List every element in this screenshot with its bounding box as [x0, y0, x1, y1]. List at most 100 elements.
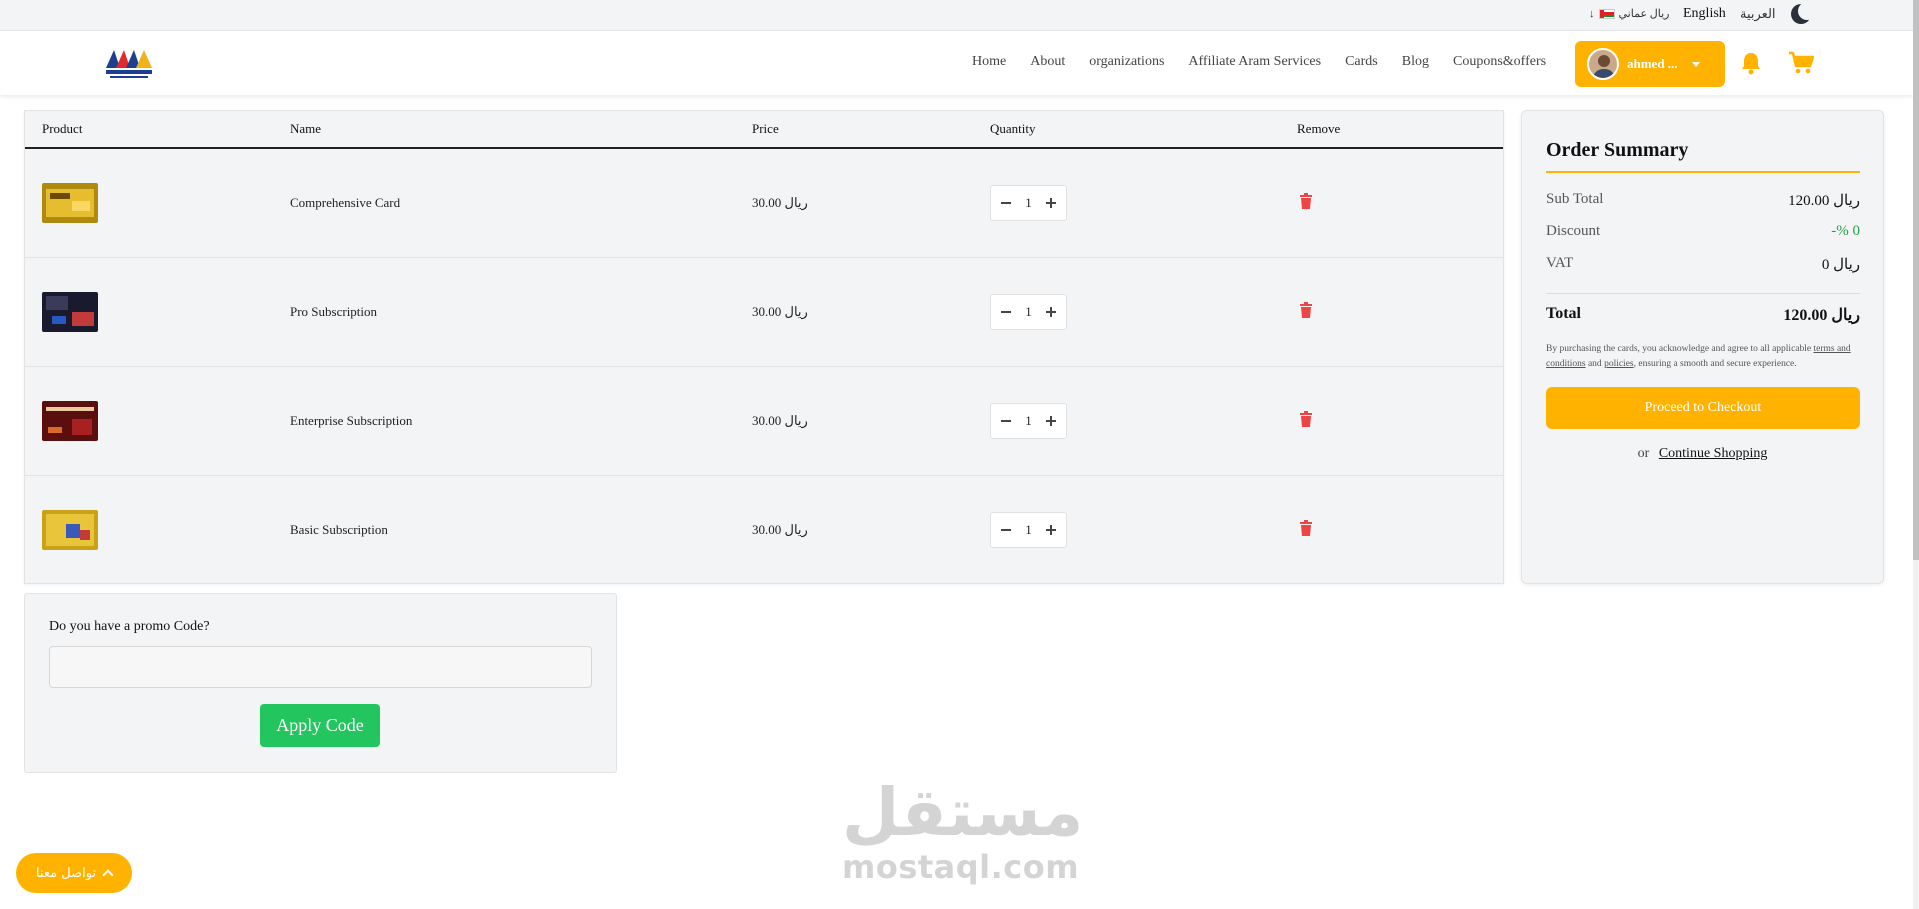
quantity-stepper: 1: [990, 512, 1067, 548]
plus-icon[interactable]: [1044, 523, 1058, 537]
trash-icon[interactable]: [1299, 302, 1313, 318]
proceed-to-checkout-button[interactable]: Proceed to Checkout: [1546, 387, 1860, 429]
product-price: 30.00 ريال: [752, 304, 808, 319]
header-price: Price: [752, 121, 779, 136]
oman-flag-icon: [1598, 8, 1615, 19]
trash-icon[interactable]: [1299, 411, 1313, 427]
continue-shopping-row: or Continue Shopping: [1522, 446, 1883, 462]
plus-icon[interactable]: [1044, 414, 1058, 428]
quantity-stepper: 1: [990, 403, 1067, 439]
product-name: Enterprise Subscription: [290, 413, 413, 428]
product-price: 30.00 ريال: [752, 522, 808, 537]
top-utility-bar: ↓ ريال عماني English العربية: [0, 0, 1919, 31]
watermark-arabic: مستقل: [842, 774, 1084, 851]
product-price: 30.00 ريال: [752, 413, 808, 428]
vat-row: VAT 0 ريال: [1546, 255, 1860, 274]
terms-and: and: [1587, 359, 1602, 369]
user-menu-button[interactable]: ahmed ...: [1575, 41, 1725, 87]
header-name: Name: [290, 121, 322, 136]
discount-label: Discount: [1546, 223, 1601, 239]
minus-icon[interactable]: [999, 305, 1013, 319]
trash-icon[interactable]: [1299, 193, 1313, 209]
language-english[interactable]: English: [1683, 6, 1726, 22]
header-product: Product: [42, 121, 83, 136]
terms-prefix: By purchasing the cards, you acknowledge…: [1546, 344, 1812, 354]
summary-title: Order Summary: [1546, 139, 1689, 161]
total-row: Total 120.00 ريال: [1546, 305, 1860, 325]
apply-code-button[interactable]: Apply Code: [260, 704, 380, 747]
product-thumbnail: [42, 510, 98, 550]
product-price: 30.00 ريال: [752, 195, 808, 210]
header-quantity: Quantity: [990, 121, 1036, 136]
discount-row: Discount -% 0: [1546, 223, 1860, 240]
or-text: or: [1637, 446, 1650, 461]
contact-us-button[interactable]: تواصل معنا: [16, 853, 132, 893]
minus-icon[interactable]: [999, 523, 1013, 537]
cart-icon[interactable]: [1788, 51, 1814, 75]
summary-divider: [1546, 293, 1860, 294]
quantity-value: 1: [1025, 522, 1032, 537]
vat-label: VAT: [1546, 255, 1574, 271]
total-value: 120.00 ريال: [1783, 307, 1860, 324]
header-remove: Remove: [1297, 121, 1341, 136]
product-thumbnail: [42, 183, 98, 223]
mostaql-watermark: مستقل mostaql.com: [842, 774, 1084, 890]
continue-shopping-link[interactable]: Continue Shopping: [1659, 446, 1768, 461]
plus-icon[interactable]: [1044, 305, 1058, 319]
currency-label: ريال عماني: [1618, 8, 1670, 20]
minus-icon[interactable]: [999, 196, 1013, 210]
table-row: Comprehensive Card 30.00 ريال 1: [25, 149, 1503, 258]
language-arabic[interactable]: العربية: [1740, 6, 1776, 22]
scrollbar-thumb[interactable]: [1913, 0, 1919, 560]
dark-mode-toggle-icon[interactable]: [1791, 2, 1816, 24]
promo-question: Do you have a promo Code?: [49, 619, 210, 634]
total-label: Total: [1546, 305, 1581, 322]
promo-code-panel: Do you have a promo Code? Apply Code: [24, 593, 617, 773]
minus-icon[interactable]: [999, 414, 1013, 428]
user-name: ahmed ...: [1627, 56, 1678, 71]
table-row: Enterprise Subscription 30.00 ريال 1: [25, 367, 1503, 476]
policies-link[interactable]: policies: [1604, 359, 1634, 369]
discount-value: -% 0: [1831, 223, 1860, 239]
table-header: Product Name Price Quantity Remove: [25, 111, 1503, 149]
vat-value: 0 ريال: [1821, 257, 1860, 273]
aram-logo[interactable]: [104, 46, 156, 82]
arrow-down-icon: ↓: [1589, 7, 1595, 20]
quantity-value: 1: [1025, 304, 1032, 319]
product-thumbnail: [42, 292, 98, 332]
page-scrollbar[interactable]: [1913, 0, 1919, 909]
product-name: Pro Subscription: [290, 304, 378, 319]
product-name: Basic Subscription: [290, 522, 388, 537]
main-nav: Home About organizations Affiliate Aram …: [972, 54, 1546, 70]
subtotal-row: Sub Total 120.00 ريال: [1546, 191, 1860, 210]
avatar: [1587, 48, 1619, 80]
product-name: Comprehensive Card: [290, 195, 401, 210]
bell-icon[interactable]: [1740, 51, 1762, 75]
quantity-value: 1: [1025, 195, 1032, 210]
nav-home[interactable]: Home: [972, 54, 1006, 70]
product-thumbnail: [42, 401, 98, 441]
cart-table: Product Name Price Quantity Remove Compr…: [24, 110, 1504, 584]
table-row: Pro Subscription 30.00 ريال 1: [25, 258, 1503, 367]
chevron-up-icon: [102, 869, 114, 881]
quantity-stepper: 1: [990, 294, 1067, 330]
trash-icon[interactable]: [1299, 520, 1313, 536]
nav-cards[interactable]: Cards: [1345, 54, 1378, 70]
nav-about[interactable]: About: [1030, 54, 1065, 70]
nav-blog[interactable]: Blog: [1402, 54, 1429, 70]
nav-affiliate[interactable]: Affiliate Aram Services: [1188, 54, 1321, 70]
contact-label: تواصل معنا: [35, 865, 97, 881]
quantity-stepper: 1: [990, 185, 1067, 221]
terms-suffix: , ensuring a smooth and secure experienc…: [1633, 359, 1797, 369]
promo-code-input[interactable]: [49, 646, 592, 688]
order-summary: Order Summary Sub Total 120.00 ريال Disc…: [1521, 110, 1884, 584]
nav-organizations[interactable]: organizations: [1089, 54, 1164, 70]
plus-icon[interactable]: [1044, 196, 1058, 210]
main-header: Home About organizations Affiliate Aram …: [0, 31, 1913, 95]
terms-notice: By purchasing the cards, you acknowledge…: [1546, 342, 1860, 372]
subtotal-label: Sub Total: [1546, 191, 1604, 207]
nav-coupons[interactable]: Coupons&offers: [1453, 54, 1546, 70]
chevron-down-icon: [1691, 61, 1700, 67]
watermark-latin: mostaql.com: [842, 848, 1080, 886]
currency-selector[interactable]: ↓ ريال عماني: [1589, 7, 1670, 21]
